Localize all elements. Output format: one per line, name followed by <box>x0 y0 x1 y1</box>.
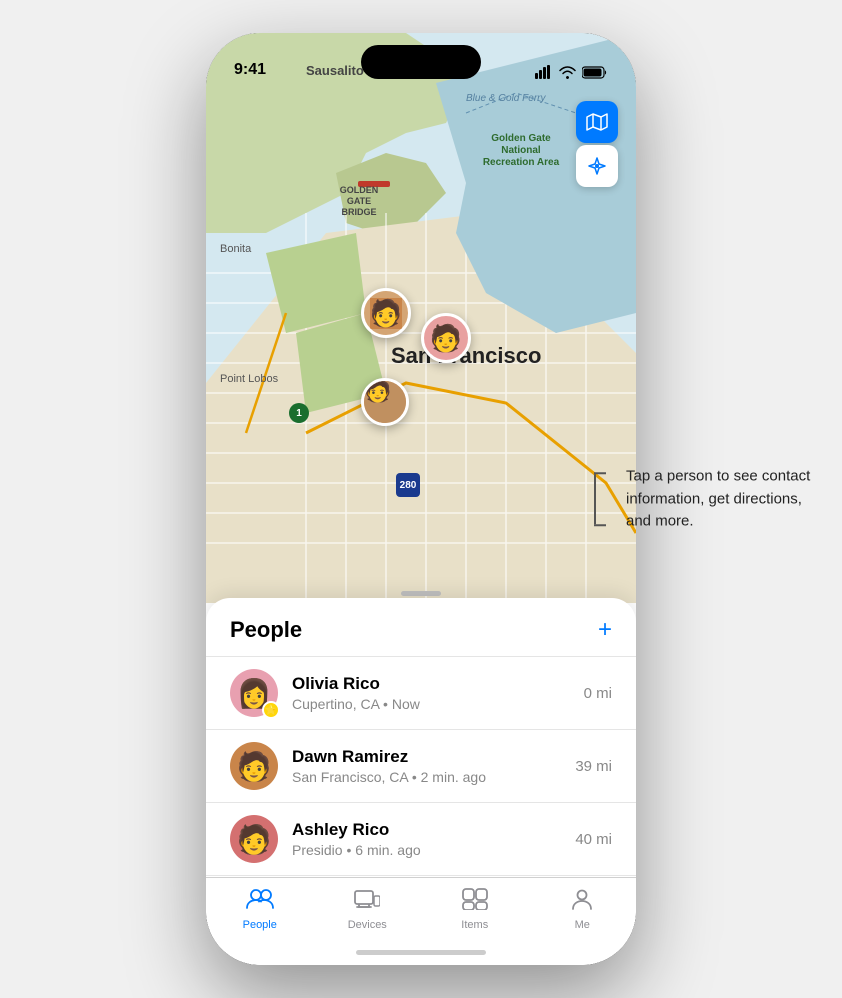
person-avatar-olivia: 👩 ⭐ <box>230 669 278 717</box>
person-distance-dawn: 39 mi <box>575 758 612 775</box>
drag-indicator[interactable] <box>401 591 441 596</box>
annotation-container: Tap a person to see contact information,… <box>622 465 812 533</box>
gg-bridge-label: GOLDEN GATE BRIDGE <box>334 185 384 217</box>
tab-label-devices: Devices <box>348 919 387 931</box>
person-name-dawn: Dawn Ramirez <box>292 747 575 767</box>
tab-label-items: Items <box>461 919 488 931</box>
status-icons <box>535 65 608 79</box>
bottom-panel: People + 👩 ⭐ Olivia Rico Cupertino, <box>206 598 636 965</box>
map-area[interactable]: Sausalito Bonita Point Lobos GOLDEN GATE… <box>206 33 636 603</box>
wifi-icon <box>559 66 576 79</box>
add-person-button[interactable]: + <box>598 616 612 644</box>
tab-devices[interactable]: Devices <box>314 888 422 931</box>
hwy1-badge: 1 <box>289 403 309 423</box>
point-lobos-label: Point Lobos <box>220 373 278 385</box>
tab-people[interactable]: People <box>206 888 314 931</box>
person-location-ashley: Presidio • 6 min. ago <box>292 842 575 858</box>
people-list: 👩 ⭐ Olivia Rico Cupertino, CA • Now 0 mi <box>206 656 636 877</box>
location-button[interactable] <box>576 145 618 187</box>
home-indicator <box>356 950 486 955</box>
panel-header: People + <box>206 598 636 656</box>
map-view-button[interactable] <box>576 101 618 143</box>
map-controls <box>576 101 618 187</box>
person-info-ashley: Ashley Rico Presidio • 6 min. ago <box>292 820 575 858</box>
person-info-olivia: Olivia Rico Cupertino, CA • Now <box>292 674 584 712</box>
devices-tab-icon <box>354 888 380 915</box>
person-name-ashley: Ashley Rico <box>292 820 575 840</box>
tab-label-people: People <box>243 919 277 931</box>
me-tab-icon <box>571 888 593 915</box>
person-item-dawn[interactable]: 🧑 Dawn Ramirez San Francisco, CA • 2 min… <box>206 729 636 802</box>
person-name-olivia: Olivia Rico <box>292 674 584 694</box>
annotation-text: Tap a person to see contact information,… <box>626 465 812 533</box>
person-info-dawn: Dawn Ramirez San Francisco, CA • 2 min. … <box>292 747 575 785</box>
items-tab-icon <box>462 888 488 915</box>
battery-icon <box>582 66 608 79</box>
dynamic-island <box>361 45 481 79</box>
people-tab-icon <box>246 888 274 915</box>
person-location-dawn: San Francisco, CA • 2 min. ago <box>292 769 575 785</box>
signal-icon <box>535 65 553 79</box>
person-item-olivia[interactable]: 👩 ⭐ Olivia Rico Cupertino, CA • Now 0 mi <box>206 656 636 729</box>
person-item-ashley[interactable]: 🧑 Ashley Rico Presidio • 6 min. ago 40 m… <box>206 802 636 875</box>
ashley-map-marker[interactable]: 🧑 <box>421 313 471 363</box>
person-avatar-dawn: 🧑 <box>230 742 278 790</box>
bracket-vertical-line <box>594 474 596 524</box>
tab-me[interactable]: Me <box>529 888 637 931</box>
olivia-badge: ⭐ <box>262 701 280 719</box>
bonita-label: Bonita <box>220 243 251 255</box>
blue-gold-label: Blue & Gold Ferry <box>466 93 545 104</box>
hwy280-badge: 280 <box>396 473 420 497</box>
person-location-olivia: Cupertino, CA • Now <box>292 696 584 712</box>
gg-natl-label: Golden Gate National Recreation Area <box>476 133 566 169</box>
map-background <box>206 33 636 603</box>
bracket-bottom-line <box>594 524 606 526</box>
person-distance-olivia: 0 mi <box>584 685 612 702</box>
phone-frame: 9:41 <box>206 33 636 965</box>
tab-label-me: Me <box>575 919 590 931</box>
status-time: 9:41 <box>234 61 266 79</box>
will-map-marker[interactable]: 🧑 <box>361 378 409 426</box>
person-distance-ashley: 40 mi <box>575 831 612 848</box>
panel-title: People <box>230 617 302 643</box>
tab-items[interactable]: Items <box>421 888 529 931</box>
dawn-map-marker[interactable]: 🧑 <box>361 288 411 338</box>
person-avatar-ashley: 🧑 <box>230 815 278 863</box>
